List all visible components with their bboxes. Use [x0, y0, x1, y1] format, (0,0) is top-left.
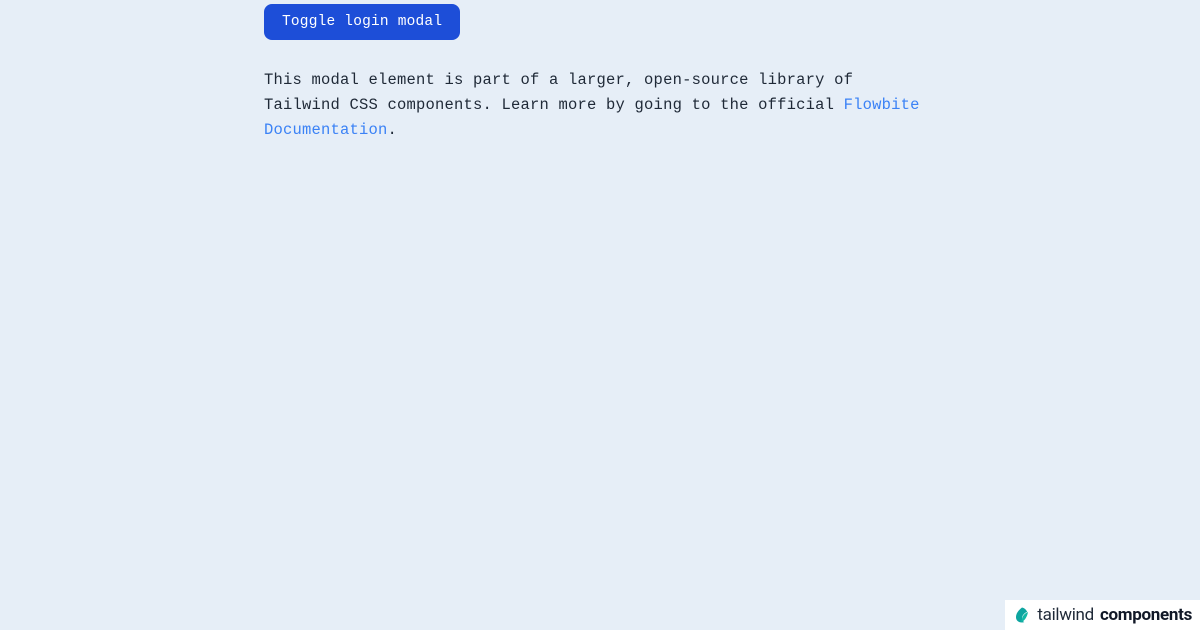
- toggle-login-modal-button[interactable]: Toggle login modal: [264, 4, 460, 40]
- leaf-icon: [1013, 606, 1031, 624]
- description-paragraph: This modal element is part of a larger, …: [264, 68, 936, 142]
- description-text-post: .: [388, 121, 398, 139]
- brand-text-tailwind: tailwind: [1037, 605, 1094, 625]
- main-container: Toggle login modal This modal element is…: [0, 0, 1200, 142]
- footer-brand-badge: tailwind components: [1005, 600, 1200, 630]
- brand-text-components: components: [1100, 605, 1192, 625]
- description-text-pre: This modal element is part of a larger, …: [264, 71, 853, 114]
